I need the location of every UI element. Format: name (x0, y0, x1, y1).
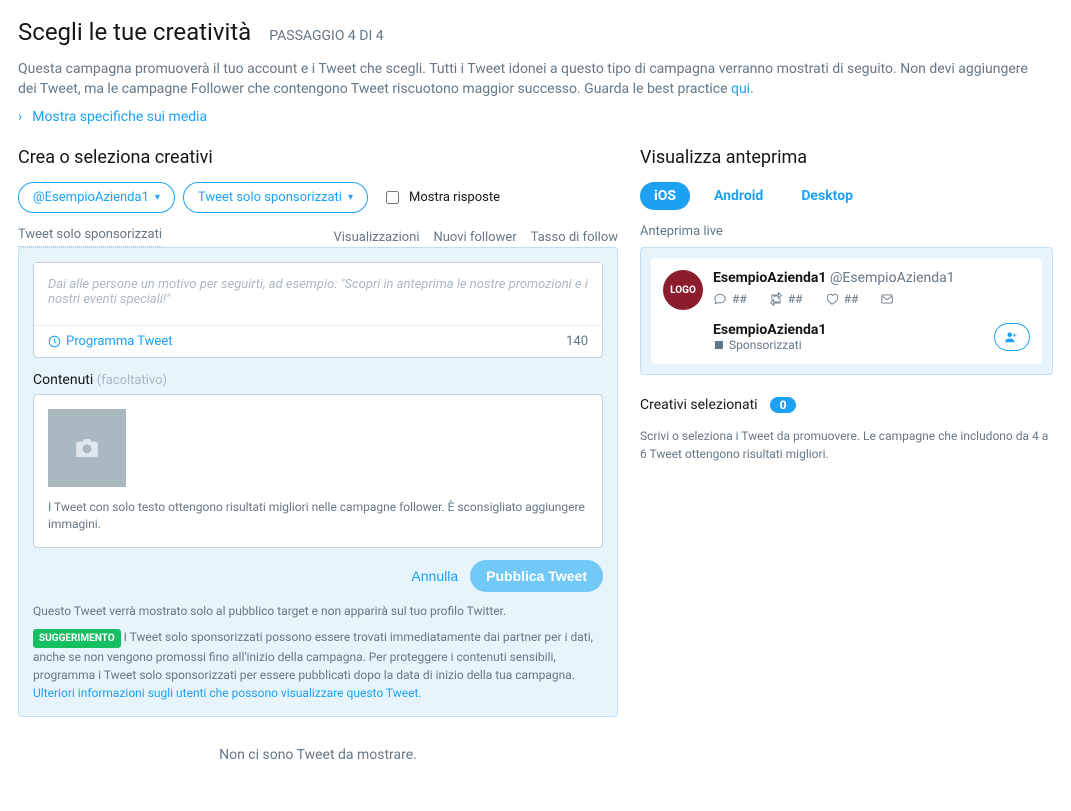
tweet-textarea[interactable] (34, 263, 602, 321)
follow-button[interactable] (994, 323, 1030, 351)
page-description: Questa campagna promuoverà il tuo accoun… (18, 60, 1038, 99)
chevron-down-icon: ▾ (348, 192, 353, 203)
tip-link[interactable]: Ulteriori informazioni sugli utenti che … (33, 686, 422, 700)
selected-count-badge: 0 (770, 397, 797, 413)
tip-badge: SUGGERIMENTO (33, 629, 121, 648)
tweet-preview: LOGO EsempioAzienda1 @EsempioAzienda1 ##… (651, 258, 1042, 364)
retweet-action[interactable]: ## (769, 292, 803, 306)
col-follow-rate[interactable]: Tasso di follow (531, 230, 618, 245)
avatar: LOGO (663, 270, 703, 310)
preview-handle: @EsempioAzienda1 (830, 270, 955, 286)
show-replies-label: Mostra risposte (409, 190, 500, 205)
preview-hint: Scrivi o seleziona i Tweet da promuovere… (640, 427, 1053, 463)
add-user-icon (1004, 331, 1020, 343)
chevron-right-icon: › (18, 109, 22, 125)
contents-label: Contenuti (33, 372, 93, 388)
external-icon (713, 339, 725, 351)
schedule-tweet-link[interactable]: Programma Tweet (48, 334, 172, 349)
account-dropdown[interactable]: @EsempioAzienda1 ▾ (18, 182, 175, 213)
contents-optional: (facoltativo) (97, 373, 167, 388)
reply-icon (713, 292, 727, 306)
selected-creatives-label: Creativi selezionati (640, 397, 758, 413)
page-title: Scegli le tue creatività (18, 18, 251, 46)
no-tweets-message: Non ci sono Tweet da mostrare. (18, 717, 618, 793)
reply-action[interactable]: ## (713, 292, 747, 306)
camera-icon (76, 439, 98, 457)
col-new-followers[interactable]: Nuovi follower (433, 230, 516, 245)
envelope-icon (880, 292, 894, 306)
target-note: Questo Tweet verrà mostrato solo al pubb… (33, 604, 603, 618)
media-hint: I Tweet con solo testo ottengono risulta… (48, 499, 588, 533)
media-specs-toggle[interactable]: › Mostra specifiche sui media (18, 109, 1053, 125)
char-count: 140 (566, 334, 588, 349)
clock-icon (48, 335, 61, 348)
best-practices-link[interactable]: qui (731, 81, 750, 97)
col-views[interactable]: Visualizzazioni (333, 230, 419, 245)
description-text: Questa campagna promuoverà il tuo accoun… (18, 61, 1028, 97)
heart-icon (825, 292, 839, 306)
composer-panel: Programma Tweet 140 Contenuti (facoltati… (18, 247, 618, 717)
tweet-type-dropdown-label: Tweet solo sponsorizzati (198, 190, 342, 205)
sponsored-tag: Sponsorizzati (729, 338, 802, 352)
tab-ios[interactable]: iOS (640, 182, 690, 210)
preview-heading: Visualizza anteprima (640, 147, 1053, 168)
cancel-button[interactable]: Annulla (411, 560, 458, 592)
like-action[interactable]: ## (825, 292, 859, 306)
account-dropdown-label: @EsempioAzienda1 (33, 190, 149, 205)
current-tab-label: Tweet solo sponsorizzati (18, 227, 162, 247)
schedule-tweet-label: Programma Tweet (66, 334, 172, 349)
tab-android[interactable]: Android (700, 182, 777, 210)
media-specs-label: Mostra specifiche sui media (32, 109, 207, 125)
sponsored-name: EsempioAzienda1 (713, 322, 826, 338)
retweet-icon (769, 292, 783, 306)
show-replies-checkbox[interactable] (386, 191, 399, 204)
live-preview-label: Anteprima live (640, 224, 1053, 239)
publish-button[interactable]: Pubblica Tweet (470, 560, 603, 592)
create-select-heading: Crea o seleziona creativi (18, 147, 618, 168)
chevron-down-icon: ▾ (155, 192, 160, 203)
message-action[interactable] (880, 292, 894, 306)
tweet-type-dropdown[interactable]: Tweet solo sponsorizzati ▾ (183, 182, 368, 213)
preview-name: EsempioAzienda1 (713, 270, 826, 286)
add-media-button[interactable] (48, 409, 126, 487)
step-label: PASSAGGIO 4 DI 4 (269, 28, 383, 44)
tab-desktop[interactable]: Desktop (787, 182, 867, 210)
